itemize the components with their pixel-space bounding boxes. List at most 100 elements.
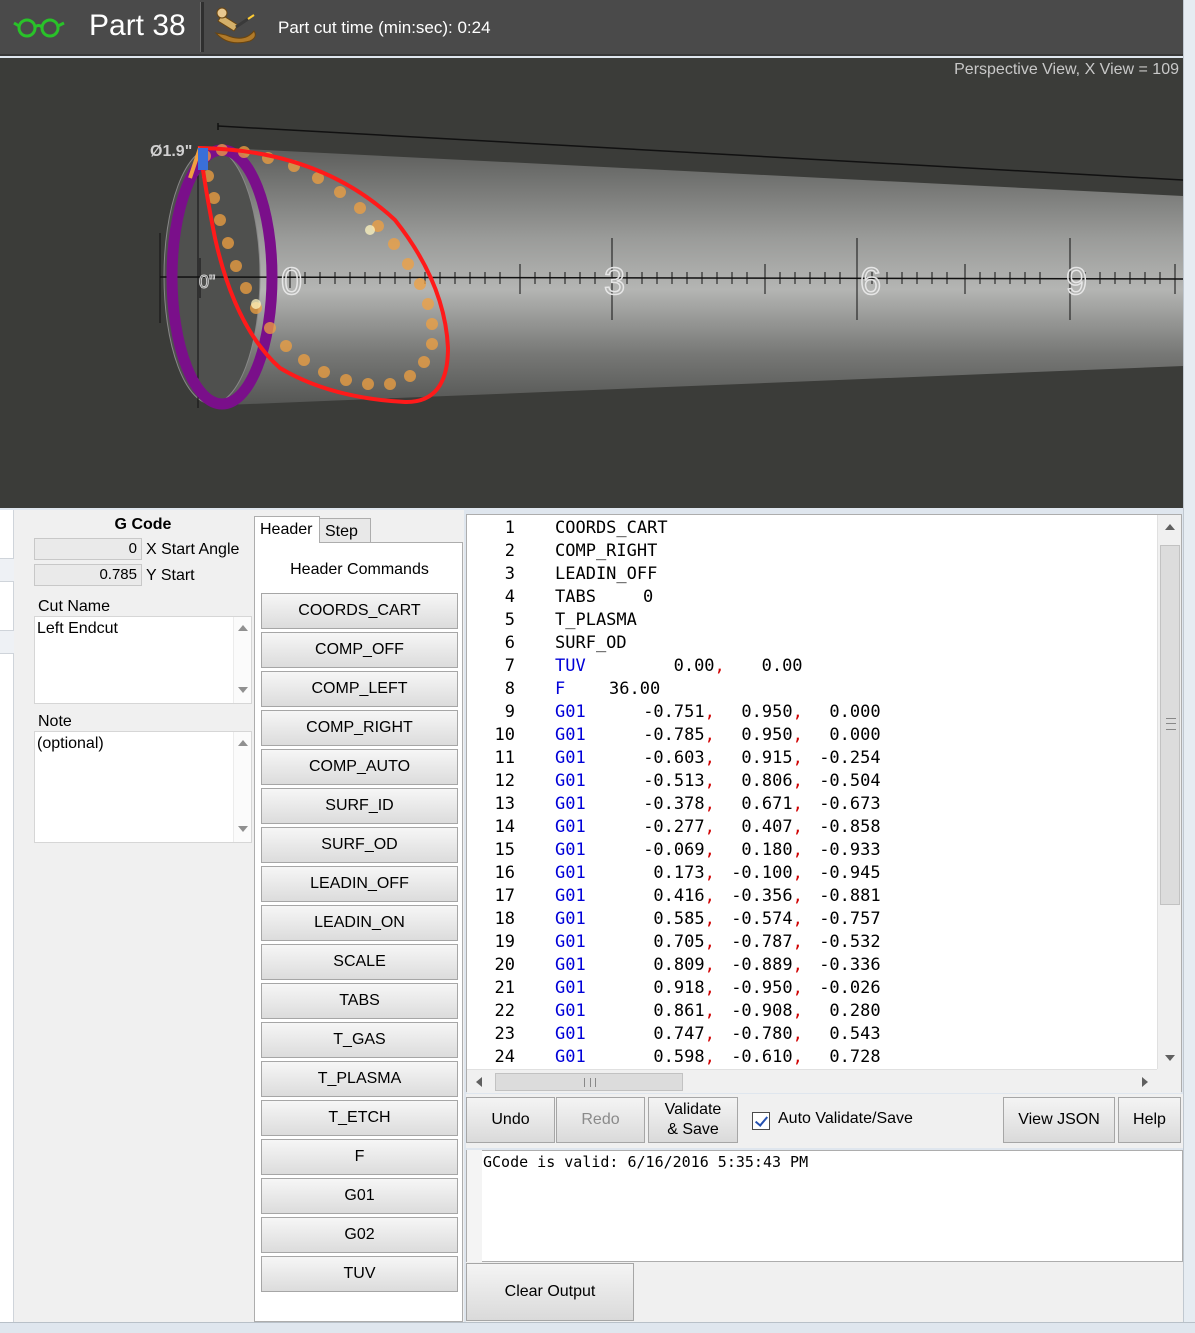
collapsed-tab[interactable] xyxy=(0,630,14,654)
note-scrollbar[interactable] xyxy=(233,732,251,842)
surf-od-button[interactable]: SURF_OD xyxy=(261,827,458,863)
comma-separator: , xyxy=(704,702,715,722)
gcode-editor[interactable]: 1 COORDS_CART 2 COMP_RIGHT 3 LEADIN_OFF 4 TABS 0… xyxy=(466,514,1182,1093)
cut-name-input[interactable]: Left Endcut xyxy=(34,616,252,704)
editor-horizontal-scrollbar[interactable] xyxy=(467,1069,1157,1093)
code-value: 0.950 xyxy=(741,725,793,745)
t-gas-button[interactable]: T_GAS xyxy=(261,1022,458,1058)
code-line[interactable]: 11 G01 -0.603, 0.915, -0.254 xyxy=(467,747,1157,770)
comma-separator: , xyxy=(792,932,803,952)
comp-off-button[interactable]: COMP_OFF xyxy=(261,632,458,668)
code-line[interactable]: 2 COMP_RIGHT xyxy=(467,540,1157,563)
code-line[interactable]: 9 G01 -0.751, 0.950, 0.000 xyxy=(467,701,1157,724)
clear-output-button[interactable]: Clear Output xyxy=(466,1263,634,1321)
code-line[interactable]: 10 G01 -0.785, 0.950, 0.000 xyxy=(467,724,1157,747)
tabs-button[interactable]: TABS xyxy=(261,983,458,1019)
code-line[interactable]: 15 G01 -0.069, 0.180, -0.933 xyxy=(467,839,1157,862)
comma-separator: , xyxy=(704,748,715,768)
undo-button[interactable]: Undo xyxy=(466,1097,555,1143)
tab-header[interactable]: Header xyxy=(254,516,320,543)
code-value: 0.950 xyxy=(741,702,793,722)
g02-button[interactable]: G02 xyxy=(261,1217,458,1253)
surf-id-button[interactable]: SURF_ID xyxy=(261,788,458,824)
code-line[interactable]: 6 SURF_OD xyxy=(467,632,1157,655)
tuv-button[interactable]: TUV xyxy=(261,1256,458,1292)
perspective-viewport[interactable]: 0 3 6 9 0" Ø1.9" Perspective View, X Vie… xyxy=(0,58,1183,508)
collapsed-tab[interactable] xyxy=(0,558,14,582)
code-command: COMP_RIGHT xyxy=(555,541,658,561)
comma-separator: , xyxy=(792,886,803,906)
comp-left-button[interactable]: COMP_LEFT xyxy=(261,671,458,707)
x-start-angle-input[interactable]: 0 xyxy=(34,538,142,560)
code-value: -0.945 xyxy=(819,863,881,883)
line-number: 19 xyxy=(494,932,515,952)
t-plasma-button[interactable]: T_PLASMA xyxy=(261,1061,458,1097)
cut-name-label: Cut Name xyxy=(38,598,111,615)
comp-auto-button[interactable]: COMP_AUTO xyxy=(261,749,458,785)
plasma-cutter-icon[interactable] xyxy=(208,3,260,51)
code-line[interactable]: 22 G01 0.861, -0.908, 0.280 xyxy=(467,1000,1157,1023)
scale-button[interactable]: SCALE xyxy=(261,944,458,980)
leadin-on-button[interactable]: LEADIN_ON xyxy=(261,905,458,941)
leadin-off-button[interactable]: LEADIN_OFF xyxy=(261,866,458,902)
code-value: 0.00 xyxy=(761,656,803,676)
validate-save-button[interactable]: Validate & Save xyxy=(648,1097,738,1143)
t-etch-button[interactable]: T_ETCH xyxy=(261,1100,458,1136)
app-window: Part 38 Part cut time (min:sec): 0:24 0 … xyxy=(0,0,1195,1333)
help-button[interactable]: Help xyxy=(1118,1097,1181,1143)
f-button[interactable]: F xyxy=(261,1139,458,1175)
code-line[interactable]: 18 G01 0.585, -0.574, -0.757 xyxy=(467,908,1157,931)
code-value: 0.000 xyxy=(829,725,881,745)
auto-validate-label[interactable]: Auto Validate/Save xyxy=(778,1110,913,1128)
code-command: G01 xyxy=(555,886,586,906)
editor-vertical-scrollbar[interactable] xyxy=(1157,515,1181,1069)
code-command: SURF_OD xyxy=(555,633,627,653)
code-line[interactable]: 23 G01 0.747, -0.780, 0.543 xyxy=(467,1023,1157,1046)
part-title: Part 38 xyxy=(89,9,186,42)
code-line[interactable]: 7 TUV 0.00, 0.00 xyxy=(467,655,1157,678)
code-command: G01 xyxy=(555,817,586,837)
code-line[interactable]: 8 F 36.00 xyxy=(467,678,1157,701)
code-line[interactable]: 13 G01 -0.378, 0.671, -0.673 xyxy=(467,793,1157,816)
output-console[interactable]: GCode is valid: 6/16/2016 5:35:43 PM xyxy=(466,1150,1183,1262)
line-number: 20 xyxy=(494,955,515,975)
code-line[interactable]: 16 G01 0.173, -0.100, -0.945 xyxy=(467,862,1157,885)
code-line[interactable]: 14 G01 -0.277, 0.407, -0.858 xyxy=(467,816,1157,839)
auto-validate-checkbox[interactable] xyxy=(752,1112,770,1130)
scroll-thumb[interactable] xyxy=(495,1073,683,1091)
redo-button[interactable]: Redo xyxy=(556,1097,645,1143)
code-line[interactable]: 12 G01 -0.513, 0.806, -0.504 xyxy=(467,770,1157,793)
tab-step[interactable]: Step xyxy=(320,518,371,543)
code-value: 36.00 xyxy=(609,679,661,699)
code-line[interactable]: 17 G01 0.416, -0.356, -0.881 xyxy=(467,885,1157,908)
code-lines[interactable]: 1 COORDS_CART 2 COMP_RIGHT 3 LEADIN_OFF 4 TABS 0… xyxy=(467,517,1157,1069)
code-line[interactable]: 24 G01 0.598, -0.610, 0.728 xyxy=(467,1046,1157,1069)
note-input[interactable]: (optional) xyxy=(34,731,252,843)
scroll-left-icon[interactable] xyxy=(476,1077,482,1087)
view-json-button[interactable]: View JSON xyxy=(1003,1097,1115,1143)
code-value: -0.504 xyxy=(819,771,881,791)
code-line[interactable]: 4 TABS 0 xyxy=(467,586,1157,609)
cut-name-scrollbar[interactable] xyxy=(233,617,251,703)
code-value: -0.858 xyxy=(819,817,881,837)
code-line[interactable]: 5 T_PLASMA xyxy=(467,609,1157,632)
scroll-right-icon[interactable] xyxy=(1142,1077,1148,1087)
scroll-down-icon[interactable] xyxy=(1165,1055,1175,1061)
code-line[interactable]: 3 LEADIN_OFF xyxy=(467,563,1157,586)
coords-cart-button[interactable]: COORDS_CART xyxy=(261,593,458,629)
note-placeholder: (optional) xyxy=(37,735,104,752)
title-separator xyxy=(200,2,204,52)
scroll-up-icon[interactable] xyxy=(1165,524,1175,530)
line-number: 5 xyxy=(504,610,515,630)
comma-separator: , xyxy=(792,794,803,814)
scroll-thumb[interactable] xyxy=(1160,545,1180,905)
glasses-icon[interactable] xyxy=(12,16,68,38)
code-line[interactable]: 1 COORDS_CART xyxy=(467,517,1157,540)
line-number: 6 xyxy=(504,633,515,653)
code-line[interactable]: 20 G01 0.809, -0.889, -0.336 xyxy=(467,954,1157,977)
code-line[interactable]: 19 G01 0.705, -0.787, -0.532 xyxy=(467,931,1157,954)
comp-right-button[interactable]: COMP_RIGHT xyxy=(261,710,458,746)
code-line[interactable]: 21 G01 0.918, -0.950, -0.026 xyxy=(467,977,1157,1000)
y-start-input[interactable]: 0.785 xyxy=(34,564,142,586)
g01-button[interactable]: G01 xyxy=(261,1178,458,1214)
